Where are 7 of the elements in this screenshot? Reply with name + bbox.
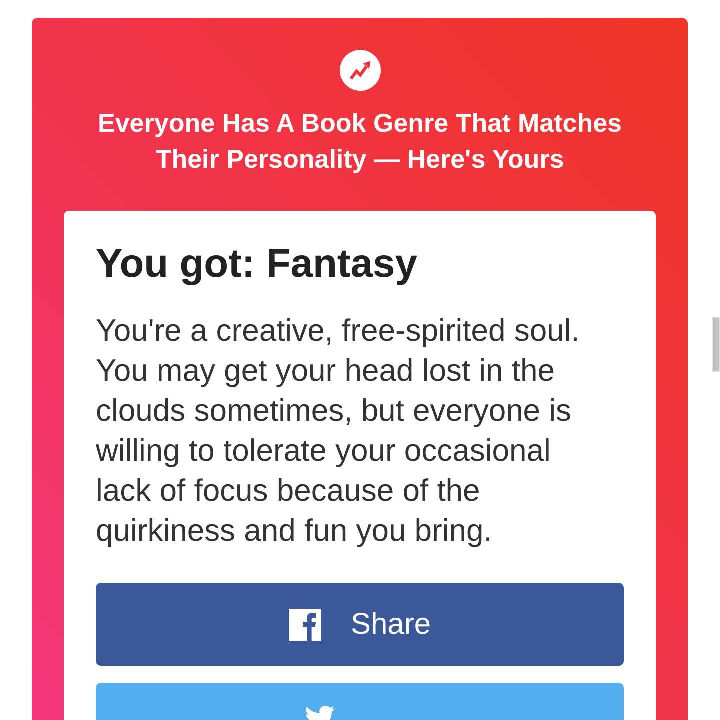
result-heading: You got: Fantasy bbox=[96, 241, 418, 288]
quiz-title: Everyone Has A Book Genre That Matches Their Personality — Here's Yours bbox=[96, 107, 623, 176]
trending-icon bbox=[338, 50, 382, 92]
result-description: You're a creative, free-spirited soul. You may get your head lost in the clouds sometimes, but everyone is willing to tolerate your occasional lack of focus because of the quirkiness and fun you bring. bbox=[96, 312, 581, 550]
scrollbar-thumb[interactable] bbox=[712, 317, 720, 372]
facebook-share-button[interactable]: Share bbox=[96, 583, 624, 666]
facebook-icon bbox=[288, 608, 321, 641]
